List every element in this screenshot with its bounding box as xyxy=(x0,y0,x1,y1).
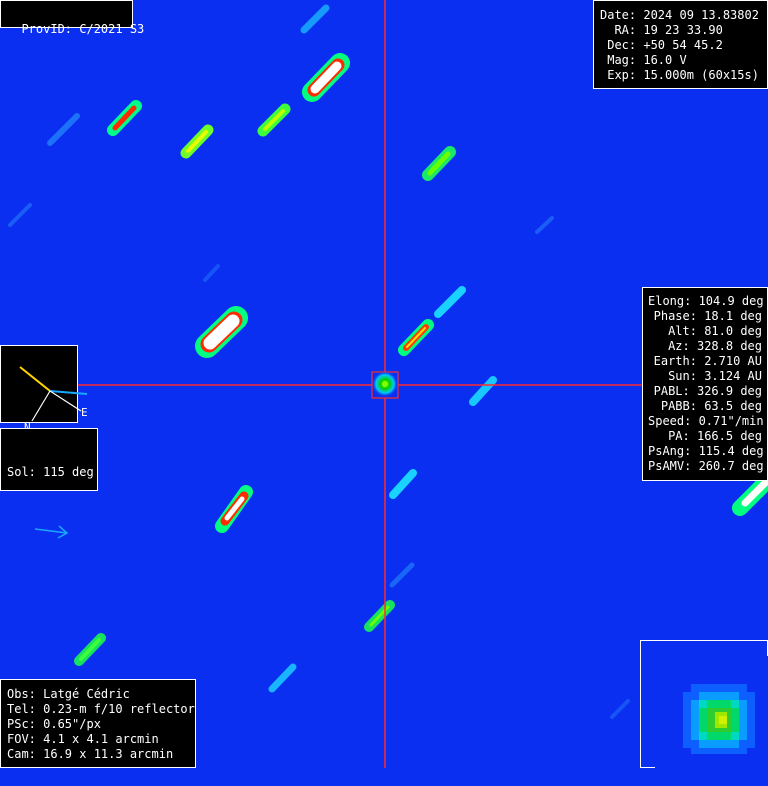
obs-date: Date: 2024 09 13.83802 xyxy=(600,8,759,22)
geo-row: Sun: 3.124 AU xyxy=(668,369,762,383)
sol-label: Sol: 115 deg xyxy=(7,465,94,479)
compass-icon: N E xyxy=(19,366,88,434)
geo-row: PABB: 63.5 deg xyxy=(660,399,762,413)
obs-dec: Dec: +50 54 45.2 xyxy=(600,38,723,52)
provisional-id: ProvID: C/2021 S3 xyxy=(21,22,145,36)
orientation-compass-panel: N E xyxy=(0,345,88,434)
geo-row: PA: 166.5 deg xyxy=(668,429,762,443)
sun-direction-arrow-icon xyxy=(34,525,69,539)
observation-info-panel: Date: 2024 09 13.83802 RA: 19 23 33.90 D… xyxy=(593,0,768,89)
comet-target xyxy=(372,371,398,397)
geo-row: Earth: 2.710 AU xyxy=(653,354,762,368)
geo-row: Speed: 0.71"/min xyxy=(648,414,764,428)
geo-row: Phase: 18.1 deg xyxy=(653,309,762,323)
geo-row: Alt: 81.0 deg xyxy=(668,324,762,338)
geo-row: Az: 328.8 deg xyxy=(668,339,762,353)
obs-mag: Mag: 16.0 V xyxy=(600,53,687,67)
sun-direction-panel: Sol: 115 deg xyxy=(0,428,98,539)
provisional-id-panel: ProvID: C/2021 S3 xyxy=(0,0,144,36)
observer: Obs: Latgé Cédric xyxy=(7,687,130,701)
geo-row: PsAMV: 260.7 deg xyxy=(648,459,764,473)
obs-ra: RA: 19 23 33.90 xyxy=(600,23,723,37)
obs-exposure: Exp: 15.000m (60x15s) xyxy=(600,68,759,82)
east-label: E xyxy=(81,406,88,419)
pixel-scale: PSc: 0.65"/px xyxy=(7,717,101,731)
telescope: Tel: 0.23-m f/10 reflector xyxy=(7,702,195,716)
geo-row: PABL: 326.9 deg xyxy=(653,384,762,398)
equipment-info-panel: Obs: Latgé Cédric Tel: 0.23-m f/10 reflec… xyxy=(0,679,196,768)
field-of-view: FOV: 4.1 x 4.1 arcmin xyxy=(7,732,159,746)
geo-row: Elong: 104.9 deg xyxy=(648,294,764,308)
camera: Cam: 16.9 x 11.3 arcmin xyxy=(7,747,174,761)
geo-row: PsAng: 115.4 deg xyxy=(648,444,764,458)
geometry-info-panel: Elong: 104.9 deg Phase: 18.1 deg Alt: 81.0… xyxy=(642,287,768,481)
target-zoom-thumbnail xyxy=(640,640,768,782)
zoomed-comet-image xyxy=(655,656,768,782)
